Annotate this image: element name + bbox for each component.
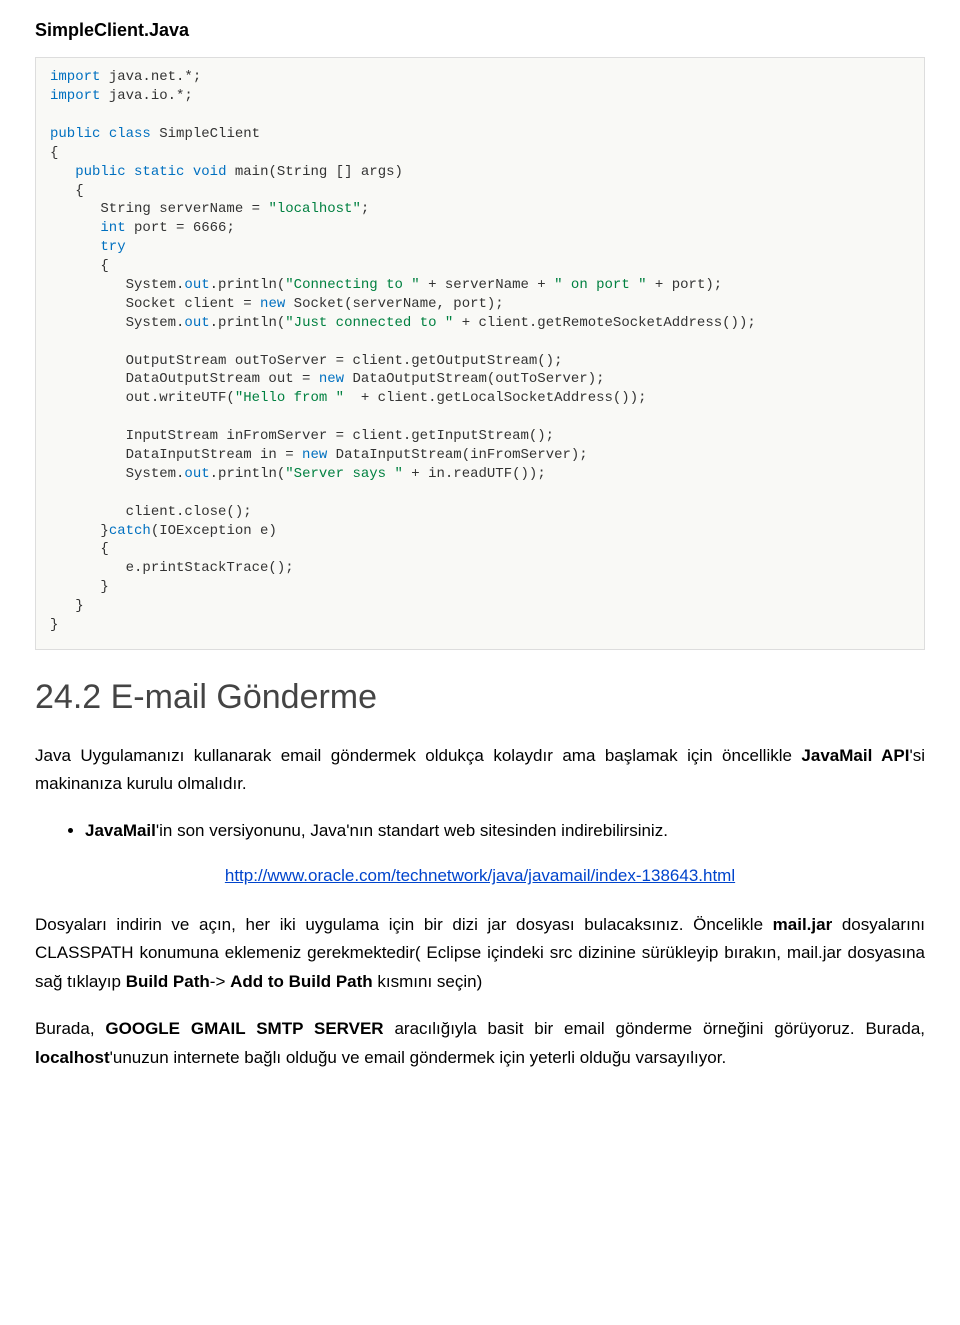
- bold-text: GOOGLE GMAIL SMTP SERVER: [105, 1019, 383, 1038]
- str: "Just connected to ": [285, 315, 453, 331]
- code-text: SimpleClient: [151, 126, 260, 142]
- bold-text: mail.jar: [773, 915, 833, 934]
- code-text: }: [50, 598, 84, 614]
- code-text: InputStream inFromServer = client.getInp…: [50, 428, 554, 444]
- kw: static: [134, 164, 184, 180]
- code-block: import java.net.*; import java.io.*; pub…: [35, 57, 925, 650]
- code-text: DataInputStream(inFromServer);: [327, 447, 587, 463]
- kw: public: [50, 126, 100, 142]
- text: Java Uygulamanızı kullanarak email gönde…: [35, 746, 801, 765]
- text: 'unuzun internete bağlı olduğu ve email …: [110, 1048, 727, 1067]
- kw: new: [319, 371, 344, 387]
- code-text: }: [50, 523, 109, 539]
- code-text: System.: [50, 315, 184, 331]
- code-text: {: [50, 145, 58, 161]
- code-text: DataInputStream in =: [50, 447, 302, 463]
- bold-text: Add to Build Path: [230, 972, 373, 991]
- code-text: DataOutputStream out =: [50, 371, 319, 387]
- kw: new: [260, 296, 285, 312]
- kw: int: [50, 220, 126, 236]
- code-text: {: [50, 541, 109, 557]
- code-text: [184, 164, 192, 180]
- kw: out: [184, 277, 209, 293]
- code-text: java.io.*;: [100, 88, 192, 104]
- kw: public: [50, 164, 126, 180]
- code-text: port = 6666;: [126, 220, 235, 236]
- code-text: + client.getRemoteSocketAddress());: [453, 315, 755, 331]
- source-filename: SimpleClient.Java: [35, 18, 925, 43]
- text: aracılığıyla basit bir email gönderme ör…: [384, 1019, 925, 1038]
- kw: new: [302, 447, 327, 463]
- code-text: client.close();: [50, 504, 252, 520]
- code-text: java.net.*;: [100, 69, 201, 85]
- code-text: DataOutputStream(outToServer);: [344, 371, 604, 387]
- code-text: }: [50, 617, 58, 633]
- code-text: + in.readUTF());: [403, 466, 546, 482]
- kw: import: [50, 88, 100, 104]
- str: "Server says ": [285, 466, 403, 482]
- text: kısmını seçin): [373, 972, 483, 991]
- text: 'in son versiyonunu, Java'nın standart w…: [156, 821, 668, 840]
- code-text: [126, 164, 134, 180]
- str: "localhost": [268, 201, 360, 217]
- code-text: String serverName =: [50, 201, 268, 217]
- code-text: Socket(serverName, port);: [285, 296, 503, 312]
- code-text: + serverName +: [420, 277, 554, 293]
- text: Burada,: [35, 1019, 105, 1038]
- paragraph-intro: Java Uygulamanızı kullanarak email gönde…: [35, 742, 925, 800]
- code-text: [100, 126, 108, 142]
- code-text: OutputStream outToServer = client.getOut…: [50, 353, 562, 369]
- code-text: + port);: [647, 277, 723, 293]
- bold-text: JavaMail: [85, 821, 156, 840]
- code-text: System.: [50, 466, 184, 482]
- kw: out: [184, 315, 209, 331]
- code-text: System.: [50, 277, 184, 293]
- bold-text: localhost: [35, 1048, 110, 1067]
- text: ->: [210, 972, 230, 991]
- link-line: http://www.oracle.com/technetwork/java/j…: [35, 864, 925, 888]
- code-text: e.printStackTrace();: [50, 560, 294, 576]
- kw: class: [109, 126, 151, 142]
- code-text: .println(: [210, 466, 286, 482]
- bullet-list: JavaMail'in son versiyonunu, Java'nın st…: [35, 817, 925, 846]
- kw: void: [193, 164, 227, 180]
- code-text: {: [50, 183, 84, 199]
- paragraph-gmail: Burada, GOOGLE GMAIL SMTP SERVER aracılı…: [35, 1015, 925, 1073]
- code-text: (IOException e): [151, 523, 277, 539]
- kw: import: [50, 69, 100, 85]
- code-text: + client.getLocalSocketAddress());: [344, 390, 646, 406]
- str: " on port ": [554, 277, 646, 293]
- kw: out: [184, 466, 209, 482]
- code-text: main(String [] args): [226, 164, 402, 180]
- code-text: .println(: [210, 315, 286, 331]
- code-text: }: [50, 579, 109, 595]
- code-text: out.writeUTF(: [50, 390, 235, 406]
- bold-text: JavaMail API: [801, 746, 909, 765]
- section-heading: 24.2 E-mail Gönderme: [35, 674, 925, 722]
- str: "Hello from ": [235, 390, 344, 406]
- code-text: {: [50, 258, 109, 274]
- code-text: ;: [361, 201, 369, 217]
- bullet-item: JavaMail'in son versiyonunu, Java'nın st…: [85, 817, 925, 846]
- paragraph-files: Dosyaları indirin ve açın, her iki uygul…: [35, 911, 925, 998]
- code-text: Socket client =: [50, 296, 260, 312]
- javamail-download-link[interactable]: http://www.oracle.com/technetwork/java/j…: [225, 866, 735, 885]
- kw: catch: [109, 523, 151, 539]
- code-text: .println(: [210, 277, 286, 293]
- bold-text: Build Path: [126, 972, 210, 991]
- text: Dosyaları indirin ve açın, her iki uygul…: [35, 915, 773, 934]
- kw: try: [50, 239, 126, 255]
- str: "Connecting to ": [285, 277, 419, 293]
